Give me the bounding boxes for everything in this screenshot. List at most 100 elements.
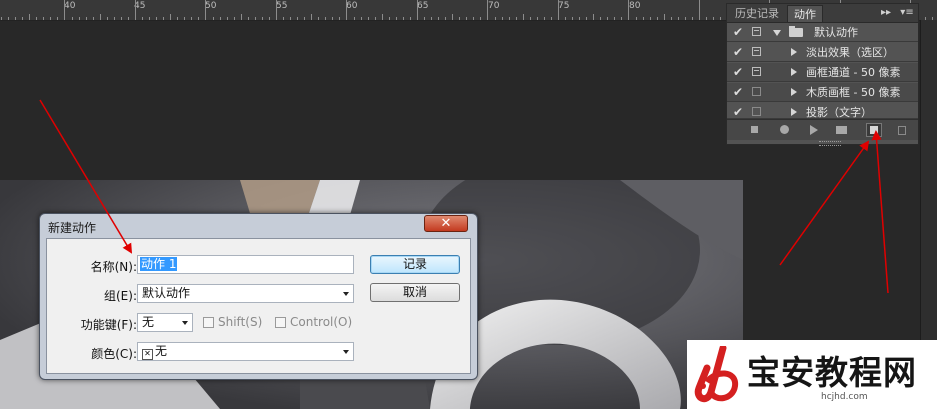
ruler-tick	[501, 17, 503, 20]
ruler-label: 60	[346, 1, 358, 11]
ruler-tick	[572, 17, 574, 20]
ruler-label: 65	[417, 1, 429, 11]
panel-menu-icon[interactable]: ▾≡	[898, 5, 916, 21]
dialog-toggle-icon[interactable]	[752, 107, 761, 116]
ruler-tick	[543, 17, 545, 20]
expand-right-icon[interactable]	[791, 48, 797, 56]
ruler-tick	[557, 0, 559, 20]
check-icon[interactable]: ✔	[733, 24, 747, 40]
ruler-tick	[134, 0, 136, 20]
ruler-tick	[522, 14, 524, 20]
ruler-tick	[720, 17, 722, 20]
play-icon[interactable]	[805, 123, 821, 137]
ruler-tick	[663, 14, 665, 20]
action-set-row[interactable]: ✔ 默认动作	[727, 23, 918, 42]
panel-button-bar	[727, 119, 918, 140]
tab-history[interactable]: 历史记录	[729, 5, 785, 22]
ruler-tick	[142, 17, 143, 20]
check-icon[interactable]: ✔	[733, 104, 747, 118]
new-set-icon[interactable]	[834, 123, 850, 137]
dialog-toggle-icon[interactable]	[752, 87, 761, 96]
ruler-tick	[621, 17, 623, 20]
close-button[interactable]: ✕	[424, 215, 468, 232]
set-select[interactable]: 默认动作	[137, 284, 354, 303]
action-row[interactable]: ✔ 淡出效果（选区）	[727, 43, 918, 62]
stop-icon[interactable]	[747, 123, 763, 137]
ruler-label: 70	[488, 1, 500, 11]
function-key-select[interactable]: 无	[137, 313, 193, 332]
set-label: 组(E):	[104, 289, 137, 303]
ruler-tick	[50, 17, 52, 20]
ruler-tick	[219, 17, 221, 20]
ruler-tick	[487, 0, 489, 20]
ruler-label: 55	[276, 1, 288, 11]
function-key-value: 无	[142, 315, 155, 329]
ruler-tick	[290, 17, 292, 20]
color-value: 无	[155, 344, 168, 358]
actions-panel: 历史记录 动作 ▸▸ ▾≡ ✔ 默认动作 ✔ 淡出效果（选区） ✔ 画框通道 -…	[726, 3, 919, 146]
ruler-tick	[706, 17, 707, 20]
expand-down-icon[interactable]	[773, 30, 781, 36]
control-checkbox[interactable]	[275, 317, 286, 328]
resize-grip[interactable]	[819, 141, 841, 146]
ruler-tick	[698, 0, 700, 20]
ruler-tick	[15, 17, 17, 20]
cancel-button[interactable]: 取消	[370, 283, 460, 302]
ruler-tick	[593, 14, 595, 20]
ruler-tick	[113, 17, 115, 20]
record-icon[interactable]	[777, 123, 793, 137]
check-icon[interactable]: ✔	[733, 64, 747, 80]
ruler-tick	[452, 14, 454, 20]
ruler-label: 75	[558, 1, 570, 11]
name-label: 名称(N):	[90, 260, 137, 274]
action-row[interactable]: ✔ 木质画框 - 50 像素	[727, 83, 918, 102]
ruler-tick	[57, 17, 59, 20]
ruler-label: 40	[64, 1, 76, 11]
ruler-tick	[163, 17, 165, 20]
ruler-tick	[466, 17, 468, 20]
ruler-tick	[85, 17, 87, 20]
ruler-tick	[240, 14, 242, 20]
expand-arrows-icon[interactable]: ▸▸	[877, 5, 895, 21]
trash-icon[interactable]	[894, 123, 910, 137]
ruler-tick	[480, 17, 482, 20]
name-field[interactable]: 动作 1	[137, 255, 354, 274]
action-row[interactable]: ✔ 画框通道 - 50 像素	[727, 63, 918, 82]
expand-right-icon[interactable]	[791, 88, 797, 96]
ruler-tick	[515, 17, 517, 20]
tab-actions[interactable]: 动作	[787, 5, 823, 22]
new-action-icon[interactable]	[866, 123, 882, 137]
ruler-tick	[78, 17, 80, 20]
shift-checkbox[interactable]	[203, 317, 214, 328]
ruler-tick	[205, 0, 207, 20]
ruler-tick	[29, 14, 31, 20]
color-select[interactable]: ✕ 无	[137, 342, 354, 361]
ruler-tick	[684, 17, 686, 20]
action-label: 淡出效果（选区）	[806, 46, 894, 59]
ruler-tick	[381, 14, 383, 20]
check-icon[interactable]: ✔	[733, 44, 747, 60]
expand-right-icon[interactable]	[791, 108, 797, 116]
record-button[interactable]: 记录	[370, 255, 460, 274]
ruler-tick	[268, 17, 270, 20]
ruler-tick	[367, 17, 369, 20]
check-icon[interactable]: ✔	[733, 84, 747, 100]
ruler-tick	[713, 17, 715, 20]
ruler-tick	[607, 17, 609, 20]
control-label: Control(O)	[290, 315, 353, 329]
ruler-tick	[635, 17, 637, 20]
dialog-toggle-icon[interactable]	[752, 67, 761, 76]
shift-label: Shift(S)	[218, 315, 263, 329]
ruler-tick	[149, 17, 151, 20]
ruler-tick	[649, 17, 651, 20]
ruler-tick	[374, 17, 376, 20]
dialog-toggle-icon[interactable]	[752, 27, 761, 36]
dialog-toggle-icon[interactable]	[752, 47, 761, 56]
ruler-label: 50	[205, 1, 217, 11]
ruler-tick	[395, 17, 397, 20]
dropdown-arrow-icon	[343, 292, 349, 296]
ruler-tick	[318, 17, 320, 20]
action-row[interactable]: ✔ 投影（文字）	[727, 103, 918, 119]
ruler-tick	[99, 14, 101, 20]
expand-right-icon[interactable]	[791, 68, 797, 76]
